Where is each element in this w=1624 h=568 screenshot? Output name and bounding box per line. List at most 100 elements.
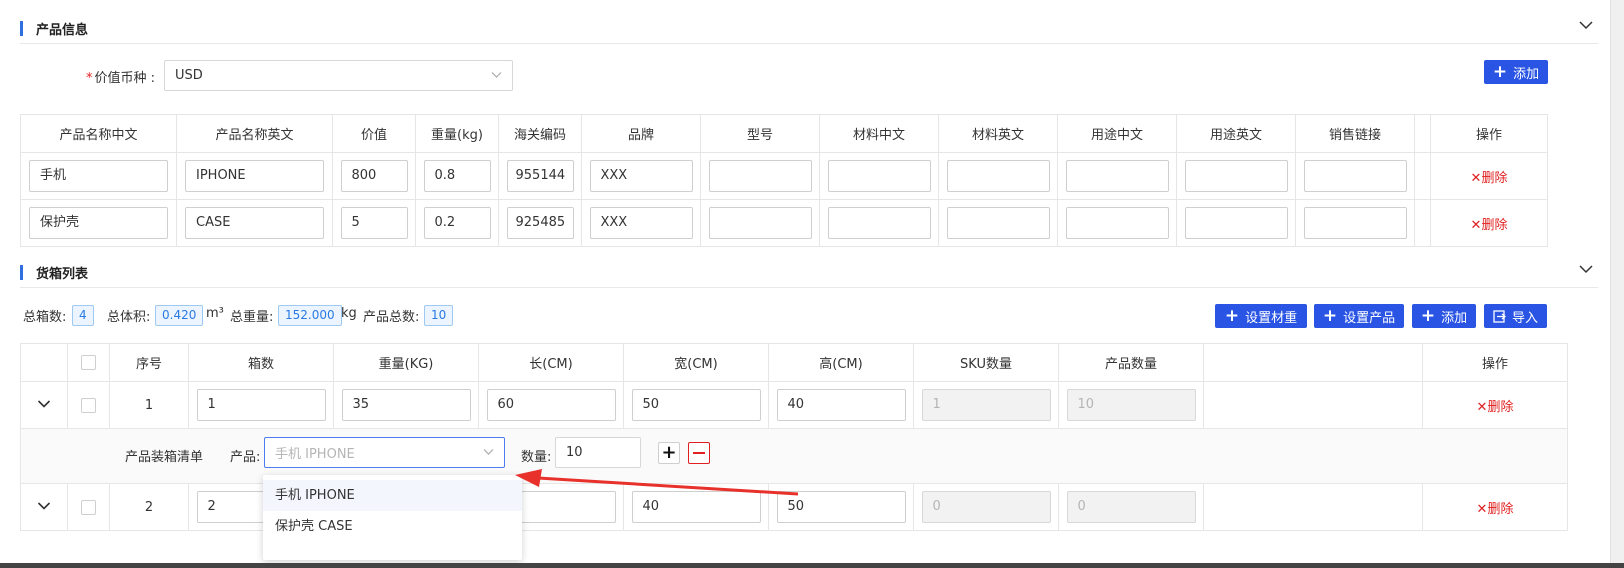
col-header: SKU数量: [913, 343, 1059, 382]
set-product-label: 设置产品: [1343, 310, 1396, 326]
plus-icon: +: [1420, 305, 1436, 326]
chevron-down-icon[interactable]: [37, 501, 51, 511]
add-line-button[interactable]: +: [658, 442, 680, 464]
col-header: 材料中文: [819, 114, 939, 153]
hs-code-input[interactable]: 955144: [506, 160, 574, 192]
sku-qty-input: 1: [921, 389, 1051, 421]
vertical-scrollbar[interactable]: [1610, 0, 1624, 568]
col-header: 价值: [332, 114, 416, 153]
height-input[interactable]: 40: [776, 389, 906, 421]
total-boxes-badge: 4: [72, 305, 94, 326]
currency-select[interactable]: USD: [164, 60, 513, 91]
table-row: 保护壳 CASE 5 0.2 925485 XXX ✕删除: [20, 199, 1548, 247]
name-cn-input[interactable]: 保护壳: [29, 207, 168, 239]
value-input[interactable]: 800: [340, 160, 408, 192]
delete-button[interactable]: ✕删除: [1471, 171, 1508, 186]
name-en-input[interactable]: CASE: [185, 207, 324, 239]
model-input[interactable]: [708, 160, 812, 192]
set-size-button[interactable]: + 设置材重: [1215, 304, 1307, 328]
width-input[interactable]: 50: [631, 389, 761, 421]
value-input[interactable]: 5: [340, 207, 408, 239]
remove-line-button[interactable]: [688, 442, 710, 464]
chevron-down-icon[interactable]: [37, 399, 51, 409]
close-icon: ✕: [1476, 399, 1488, 415]
box-section-title: 货箱列表: [36, 267, 89, 282]
col-header: 高(CM): [768, 343, 914, 382]
bottom-taskbar: [0, 563, 1624, 568]
currency-label-text: 价值币种 :: [94, 71, 156, 86]
use-en-input[interactable]: [1184, 207, 1288, 239]
import-button[interactable]: 导入: [1484, 304, 1547, 328]
delete-button[interactable]: ✕删除: [1477, 400, 1514, 415]
delete-button[interactable]: ✕删除: [1477, 502, 1514, 517]
collapse-chevron-icon[interactable]: [1578, 261, 1594, 277]
spacer-cell: [1414, 152, 1431, 200]
link-input[interactable]: [1303, 160, 1407, 192]
spacer-cell: [1414, 199, 1431, 247]
link-input[interactable]: [1303, 207, 1407, 239]
box-table: 序号 箱数 重量(KG) 长(CM) 宽(CM) 高(CM) SKU数量 产品数…: [20, 343, 1568, 531]
weight-input[interactable]: 0.8: [423, 160, 491, 192]
row-checkbox[interactable]: [81, 499, 96, 515]
col-header: 材料英文: [938, 114, 1058, 153]
use-cn-input[interactable]: [1065, 207, 1169, 239]
delete-button[interactable]: ✕删除: [1471, 218, 1508, 233]
brand-input[interactable]: XXX: [589, 160, 693, 192]
col-header: 重量(KG): [333, 343, 479, 382]
product-select[interactable]: 手机 IPHONE: [264, 437, 505, 468]
weight-input[interactable]: 35: [341, 389, 471, 421]
set-product-button[interactable]: + 设置产品: [1314, 304, 1404, 328]
col-header: 海关编码: [498, 114, 582, 153]
length-input[interactable]: 60: [486, 389, 616, 421]
box-section-header[interactable]: 货箱列表: [20, 260, 1598, 288]
product-table-header: 产品名称中文 产品名称英文 价值 重量(kg) 海关编码 品牌 型号 材料中文 …: [20, 114, 1548, 153]
col-header: 产品名称中文: [20, 114, 177, 153]
boxes-input[interactable]: 1: [196, 389, 326, 421]
material-cn-input[interactable]: [827, 207, 931, 239]
section-accent-bar: [20, 265, 23, 280]
close-icon: ✕: [1470, 170, 1482, 186]
name-en-input[interactable]: IPHONE: [185, 160, 324, 192]
material-en-input[interactable]: [946, 207, 1050, 239]
select-all-checkbox[interactable]: [81, 355, 96, 370]
product-section-header[interactable]: 产品信息: [20, 16, 1598, 44]
row-index: 1: [109, 381, 189, 429]
close-icon: ✕: [1470, 217, 1482, 233]
model-input[interactable]: [708, 207, 812, 239]
total-volume-label: 总体积:: [107, 310, 151, 325]
delete-label: 删除: [1481, 217, 1508, 233]
delete-label: 删除: [1481, 170, 1508, 186]
weight-input[interactable]: 0.2: [423, 207, 491, 239]
chevron-down-icon: [483, 448, 494, 455]
product-section-title: 产品信息: [36, 23, 89, 38]
material-en-input[interactable]: [946, 160, 1050, 192]
brand-input[interactable]: XXX: [589, 207, 693, 239]
add-product-button[interactable]: + 添加: [1484, 60, 1548, 84]
col-header: 箱数: [188, 343, 334, 382]
import-label: 导入: [1511, 310, 1538, 326]
qty-value: 10: [566, 445, 583, 460]
col-header: 序号: [109, 343, 189, 382]
dropdown-option[interactable]: 保护壳 CASE: [263, 511, 522, 542]
material-cn-input[interactable]: [827, 160, 931, 192]
add-product-label: 添加: [1513, 66, 1540, 82]
row-checkbox[interactable]: [81, 397, 96, 413]
section-accent-bar: [20, 21, 23, 36]
total-weight-badge: 152.000: [278, 305, 342, 326]
add-box-label: 添加: [1441, 310, 1468, 326]
annotation-arrow-icon: [515, 469, 799, 496]
name-cn-input[interactable]: 手机: [29, 160, 168, 192]
minus-icon: [693, 452, 705, 454]
packing-list-label: 产品装箱清单: [125, 450, 204, 465]
col-header: 产品数量: [1058, 343, 1204, 382]
use-cn-input[interactable]: [1065, 160, 1169, 192]
plus-icon: +: [1322, 305, 1338, 326]
hs-code-input[interactable]: 925485: [506, 207, 574, 239]
add-box-button[interactable]: + 添加: [1412, 304, 1476, 328]
col-header: 宽(CM): [623, 343, 769, 382]
use-en-input[interactable]: [1184, 160, 1288, 192]
dropdown-option[interactable]: 手机 IPHONE: [263, 480, 522, 511]
col-header: 重量(kg): [415, 114, 499, 153]
collapse-chevron-icon[interactable]: [1578, 17, 1594, 33]
product-qty-input: 0: [1066, 491, 1196, 523]
